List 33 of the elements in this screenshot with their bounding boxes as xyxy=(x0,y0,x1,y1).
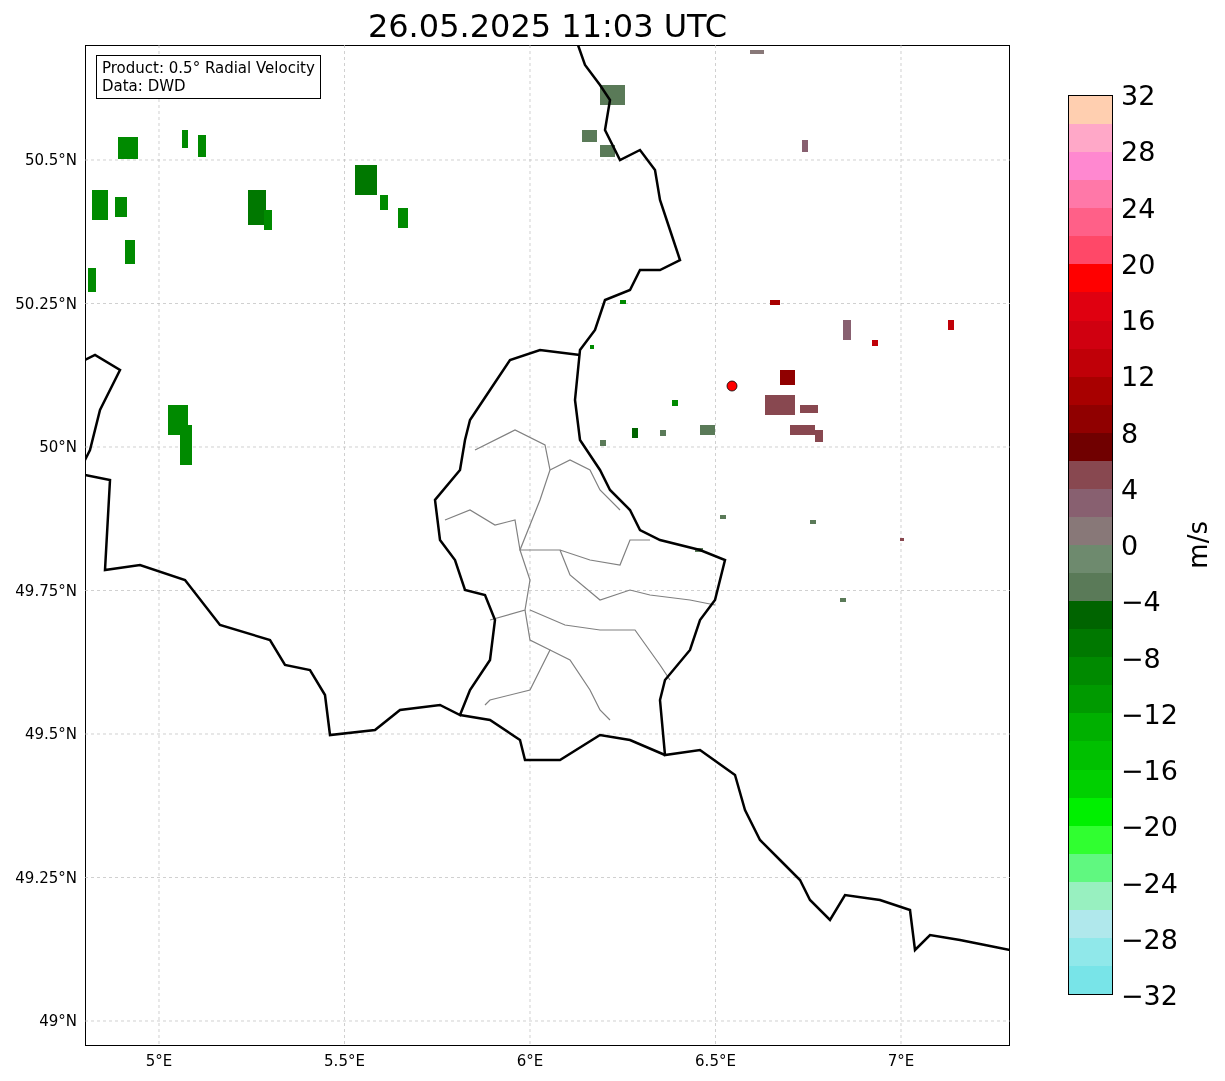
colorbar-tick-label: −4 xyxy=(1121,585,1161,617)
colorbar-tick-label: −8 xyxy=(1121,642,1161,673)
chart-title: 26.05.2025 11:03 UTC xyxy=(366,6,729,45)
colorbar-tick-label: 32 xyxy=(1121,79,1156,111)
colorbar-tick-label: −28 xyxy=(1121,923,1178,955)
colorbar-tick-label: −20 xyxy=(1121,810,1178,842)
latitude-label: 50.25°N xyxy=(15,294,77,313)
latitude-label: 50.5°N xyxy=(24,151,77,169)
longitude-label: 7°E xyxy=(887,1052,915,1070)
colorbar-tick-label: 8 xyxy=(1121,417,1139,448)
latitude-label: 49.75°N xyxy=(15,581,77,600)
latitude-label: 50°N xyxy=(39,438,77,456)
colorbar-tick-label: 20 xyxy=(1121,248,1156,280)
latitude-label: 49.5°N xyxy=(24,725,77,743)
longitude-label: 6°E xyxy=(516,1052,544,1070)
legend-text: Product: 0.5° Radial Velocity xyxy=(102,59,315,77)
colorbar-tick-label: −24 xyxy=(1121,867,1178,898)
colorbar-tick-label: −12 xyxy=(1121,698,1178,730)
longitude-label: 5.5°E xyxy=(324,1052,365,1070)
colorbar-tick-label: −32 xyxy=(1121,979,1178,1011)
latitude-label: 49.25°N xyxy=(15,868,77,887)
colorbar-tick-label: 16 xyxy=(1121,304,1156,336)
colorbar-tick-label: −16 xyxy=(1121,754,1178,786)
longitude-label: 6.5°E xyxy=(695,1052,736,1070)
colorbar-tick-label: 24 xyxy=(1121,192,1156,223)
colorbar-tick-label: 12 xyxy=(1121,360,1156,392)
colorbar-tick-label: 28 xyxy=(1121,135,1156,167)
colorbar-tick-label: 4 xyxy=(1121,473,1139,505)
latitude-label: 49°N xyxy=(39,1012,77,1030)
colorbar-tick-label: 0 xyxy=(1121,529,1139,561)
legend-text: Data: DWD xyxy=(102,77,187,95)
colorbar-unit-label: m/s xyxy=(1185,521,1211,569)
longitude-label: 5°E xyxy=(145,1052,173,1070)
